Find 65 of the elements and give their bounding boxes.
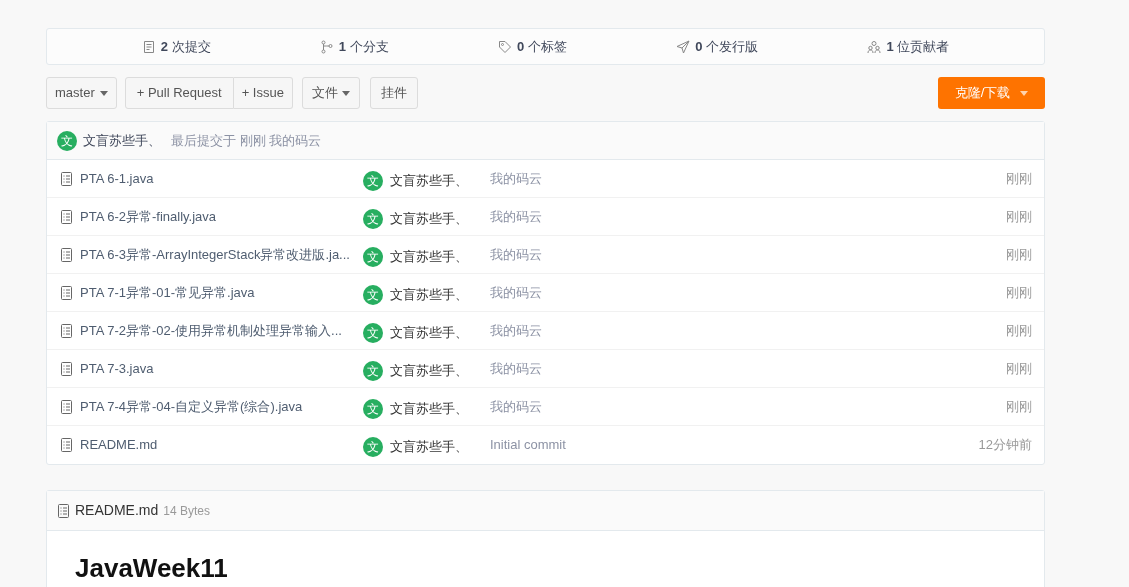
pull-request-button[interactable]: + Pull Request bbox=[124, 77, 234, 109]
commit-time: 12分钟前 bbox=[978, 436, 1032, 455]
caret-icon bbox=[341, 90, 350, 96]
author-name[interactable]: 文盲苏些手、 bbox=[390, 246, 468, 267]
author-name[interactable]: 文盲苏些手、 bbox=[390, 284, 468, 305]
author-name[interactable]: 文盲苏些手、 bbox=[390, 360, 468, 381]
author-name[interactable]: 文盲苏些手、 bbox=[390, 170, 468, 191]
avatar: 文 bbox=[363, 437, 383, 457]
file-link[interactable]: README.md bbox=[80, 435, 158, 455]
avatar: 文 bbox=[363, 284, 383, 305]
file-link[interactable]: PTA 7-4异常-04-自定义异常(综合).java bbox=[80, 396, 303, 417]
avatar: 文 bbox=[363, 208, 383, 229]
file-link[interactable]: PTA 7-3.java bbox=[80, 358, 154, 379]
caret-icon bbox=[99, 90, 108, 96]
commit-time: 刚刚 bbox=[1006, 397, 1032, 416]
file-icon bbox=[60, 323, 73, 338]
avatar: 文 bbox=[363, 322, 383, 343]
file-icon bbox=[60, 399, 73, 414]
author-name[interactable]: 文盲苏些手、 bbox=[390, 208, 468, 229]
readme-filename: README.md bbox=[75, 501, 159, 520]
avatar: 文 bbox=[363, 170, 383, 191]
stat-link[interactable]: 2 次提交 bbox=[141, 36, 211, 57]
commit-time: 刚刚 bbox=[1006, 207, 1032, 226]
avatar: 文 bbox=[363, 246, 383, 267]
file-icon bbox=[60, 247, 73, 262]
files-dropdown[interactable]: 文件 bbox=[301, 77, 360, 109]
avatar: 文 bbox=[363, 398, 383, 419]
file-icon bbox=[60, 438, 73, 452]
file-icon bbox=[60, 361, 73, 376]
file-icon bbox=[60, 209, 73, 224]
document-icon bbox=[57, 503, 70, 518]
commit-time: 刚刚 bbox=[1006, 169, 1032, 188]
branch-icon bbox=[319, 39, 334, 54]
people-icon bbox=[867, 39, 882, 54]
file-link[interactable]: PTA 7-2异常-02-使用异常机制处理异常输入... bbox=[80, 320, 342, 341]
readme-size: 14 Bytes bbox=[163, 502, 210, 520]
avatar: 文 bbox=[363, 360, 383, 381]
issue-button[interactable]: + Issue bbox=[233, 77, 293, 109]
document-icon bbox=[141, 39, 156, 54]
stat-link[interactable]: 0 个发行版 bbox=[676, 36, 759, 57]
commit-time: 刚刚 bbox=[1006, 359, 1032, 378]
widgets-button[interactable]: 挂件 bbox=[369, 77, 418, 109]
file-icon bbox=[60, 171, 73, 186]
stat-link[interactable]: 1 位贡献者 bbox=[867, 36, 950, 57]
tag-icon bbox=[498, 39, 513, 54]
commit-info: 最后提交于 刚刚 我的码云 bbox=[171, 131, 322, 150]
file-link[interactable]: PTA 7-1异常-01-常见异常.java bbox=[80, 282, 255, 303]
file-link[interactable]: PTA 6-3异常-ArrayIntegerStack异常改进版.ja... bbox=[80, 244, 350, 265]
stat-link[interactable]: 1 个分支 bbox=[319, 36, 389, 57]
commit-time: 刚刚 bbox=[1006, 245, 1032, 264]
readme-heading: JavaWeek11 bbox=[75, 552, 229, 585]
avatar: 文 bbox=[57, 130, 77, 151]
stat-link[interactable]: 0 个标签 bbox=[498, 36, 567, 57]
paper-plane-icon bbox=[676, 39, 691, 54]
commit-time: 刚刚 bbox=[1006, 283, 1032, 302]
file-link[interactable]: PTA 6-1.java bbox=[80, 168, 154, 189]
author-name[interactable]: 文盲苏些手、 bbox=[390, 322, 468, 343]
branch-dropdown[interactable]: master bbox=[46, 77, 117, 109]
commit-author[interactable]: 文盲苏些手、 bbox=[83, 130, 161, 151]
author-name[interactable]: 文盲苏些手、 bbox=[390, 398, 468, 419]
caret-icon bbox=[1020, 90, 1029, 96]
file-link[interactable]: PTA 6-2异常-finally.java bbox=[80, 206, 217, 227]
commit-time: 刚刚 bbox=[1006, 321, 1032, 340]
author-name[interactable]: 文盲苏些手、 bbox=[390, 437, 468, 457]
file-icon bbox=[60, 285, 73, 300]
